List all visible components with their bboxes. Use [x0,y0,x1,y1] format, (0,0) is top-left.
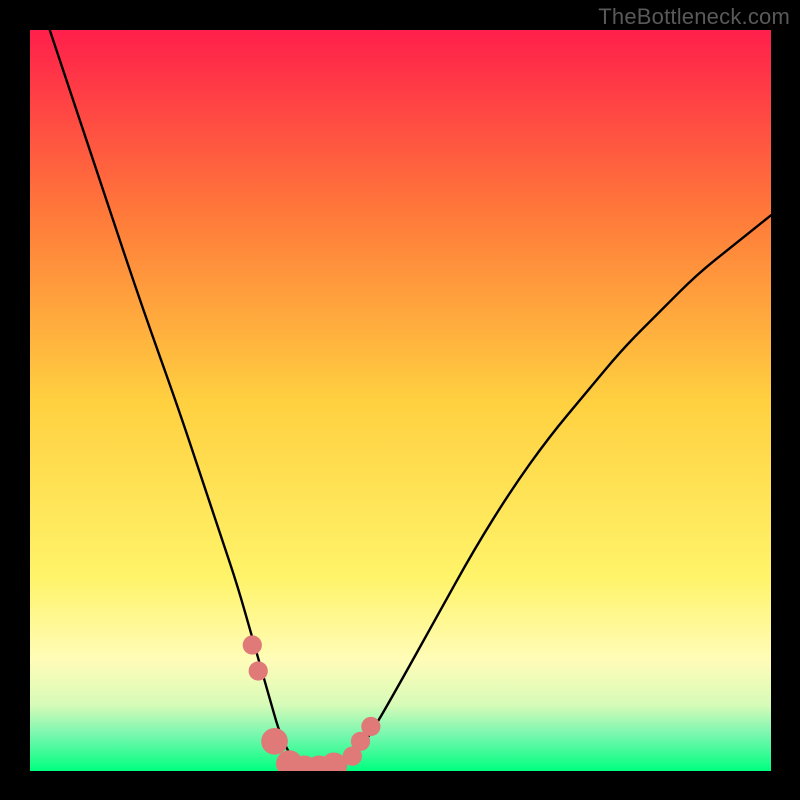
curve-marker [249,661,268,680]
curve-marker [361,717,380,736]
curve-marker [261,728,288,755]
plot-area [30,30,771,771]
watermark-text: TheBottleneck.com [598,4,790,30]
bottleneck-curve [30,30,771,771]
curve-marker [243,635,262,654]
chart-frame: TheBottleneck.com [0,0,800,800]
